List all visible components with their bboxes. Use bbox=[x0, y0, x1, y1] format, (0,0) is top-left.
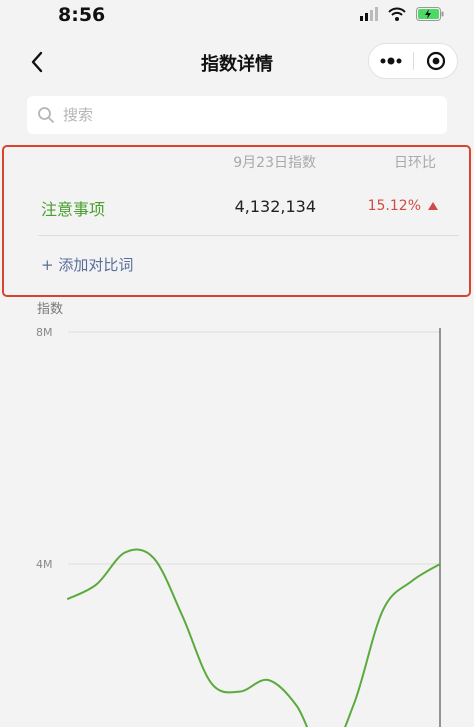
series-line bbox=[67, 548, 441, 727]
y-tick-label-mid: 4M bbox=[36, 558, 53, 571]
add-compare-word-button[interactable]: + 添加对比词 bbox=[41, 254, 133, 275]
cellular-signal-icon bbox=[360, 7, 378, 21]
wifi-icon bbox=[388, 7, 406, 21]
target-close-icon bbox=[426, 51, 445, 71]
status-icons bbox=[360, 7, 444, 21]
status-time: 8:56 bbox=[58, 4, 106, 26]
keyword-label[interactable]: 注意事项 bbox=[41, 196, 105, 220]
more-button[interactable] bbox=[369, 44, 413, 78]
change-percent: 15.12% bbox=[367, 198, 421, 214]
triangle-up-icon bbox=[428, 202, 438, 210]
compare-card: 9月23日指数 日环比 注意事项 4,132,134 15.12% + 添加对比… bbox=[2, 145, 471, 297]
search-icon bbox=[38, 107, 54, 123]
status-bar: 8:56 bbox=[0, 0, 474, 34]
nav-bar: 指数详情 bbox=[0, 34, 474, 90]
y-tick-label-top: 8M bbox=[36, 326, 53, 339]
close-button[interactable] bbox=[414, 44, 457, 78]
mini-program-capsule bbox=[368, 43, 458, 79]
battery-charging-icon bbox=[416, 7, 444, 21]
index-value: 4,132,134 bbox=[234, 197, 316, 216]
change-value: 15.12% bbox=[368, 198, 439, 214]
header-date: 9月23日指数 bbox=[233, 155, 316, 171]
search-box[interactable] bbox=[27, 96, 447, 134]
index-line-chart: 指数 8M 4M bbox=[36, 302, 441, 727]
more-dots-icon bbox=[380, 57, 402, 65]
card-divider bbox=[38, 235, 459, 236]
search-input[interactable] bbox=[61, 105, 425, 125]
y-axis-label: 指数 bbox=[37, 302, 63, 317]
header-ratio: 日环比 bbox=[394, 155, 436, 171]
